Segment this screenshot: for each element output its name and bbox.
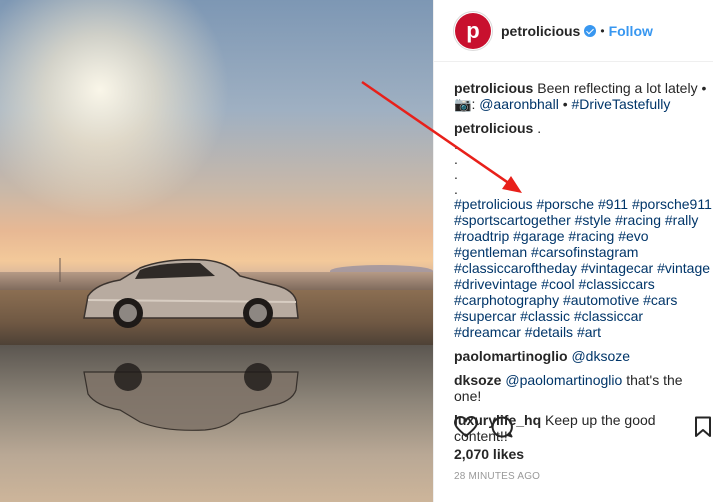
comment-mention[interactable]: @paolomartinoglio (505, 372, 622, 388)
comment-item: dksoze @paolomartinoglio that's the one! (454, 372, 712, 404)
likes-count[interactable]: 2,070 likes (454, 446, 524, 462)
caption-bullet: • (562, 96, 568, 112)
heart-icon[interactable] (454, 416, 478, 438)
comment-username[interactable]: dksoze (454, 372, 501, 388)
post-timestamp: 28 MINUTES AGO (454, 471, 541, 482)
action-bar (454, 416, 712, 442)
caption-tag-link[interactable]: #DriveTastefully (572, 96, 671, 112)
post-header: p petrolicious • Follow (434, 0, 713, 62)
caption: petrolicious Been reflecting a lot latel… (454, 80, 707, 112)
caption-credit-link[interactable]: @aaronbhall (479, 96, 559, 112)
caption-username[interactable]: petrolicious (454, 80, 533, 96)
camera-icon: 📷 (454, 96, 472, 112)
header-separator: • (600, 23, 605, 38)
post-photo[interactable] (0, 0, 433, 502)
caption-dot: . (454, 151, 458, 167)
follow-button[interactable]: Follow (609, 23, 653, 39)
comment-list: petrolicious Been reflecting a lot latel… (454, 80, 712, 444)
header-username[interactable]: petrolicious (501, 23, 580, 39)
caption-dot: . (454, 136, 458, 152)
hashtag-list[interactable]: #petrolicious #porsche #911 #porsche911 … (454, 196, 712, 340)
comment-icon[interactable] (491, 416, 513, 438)
bookmark-icon[interactable] (694, 416, 712, 438)
comment-mention[interactable]: @dksoze (571, 348, 630, 364)
comment-username[interactable]: paolomartinoglio (454, 348, 568, 364)
caption-dot: . (454, 166, 458, 182)
caption-text: Been reflecting a lot lately • (537, 80, 707, 96)
second-caption: petrolicious . . . . . #petrolicious #po… (454, 120, 712, 340)
post-sidebar: p petrolicious • Follow petrolicious Bee… (433, 0, 713, 502)
caption-dot: . (454, 181, 458, 197)
avatar-ring (453, 10, 493, 51)
car-illustration (59, 258, 299, 431)
second-caption-text: . (537, 120, 542, 136)
second-caption-username[interactable]: petrolicious (454, 120, 533, 136)
comment-item: paolomartinoglio @dksoze (454, 348, 712, 364)
verified-badge-icon (584, 24, 597, 37)
avatar[interactable]: p (453, 10, 493, 51)
